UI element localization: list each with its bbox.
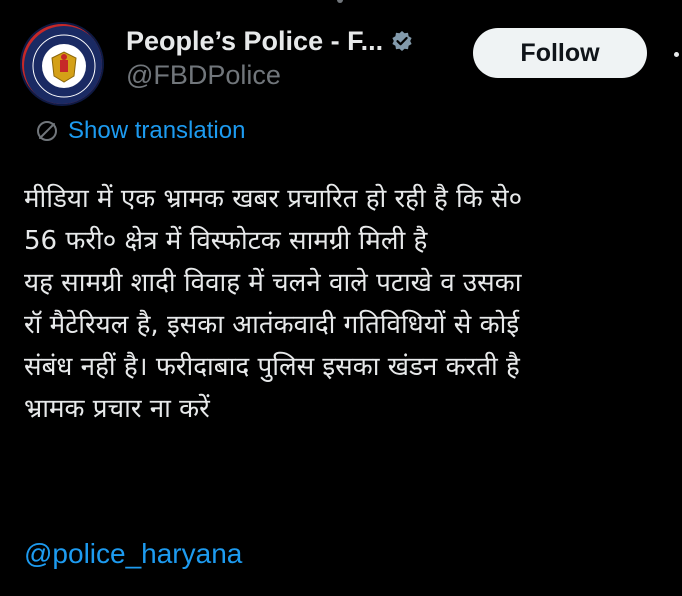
show-translation-label: Show translation xyxy=(68,117,246,144)
more-options-icon[interactable] xyxy=(674,52,682,58)
scroll-indicator xyxy=(337,0,343,3)
tweet-line: यह सामग्री शादी विवाह में चलने वाले पटाख… xyxy=(24,268,522,298)
show-translation-link[interactable]: Show translation xyxy=(34,117,245,145)
tweet-header: People’s Police - F... @FBDPolice Follow xyxy=(20,22,682,106)
verified-badge-icon xyxy=(391,30,413,52)
tweet-body: मीडिया में एक भ्रामक खबर प्रचारित हो रही… xyxy=(24,178,682,430)
tweet-line: भ्रामक प्रचार ना करें xyxy=(24,394,210,424)
mention-link[interactable]: @police_haryana xyxy=(24,538,242,570)
police-emblem-icon xyxy=(24,26,102,104)
globe-icon xyxy=(34,118,60,144)
account-handle[interactable]: @FBDPolice xyxy=(126,60,281,91)
avatar[interactable] xyxy=(20,22,104,106)
follow-button[interactable]: Follow xyxy=(473,28,647,78)
tweet-line: 56 फरी० क्षेत्र में विस्फोटक सामग्री मिल… xyxy=(24,226,428,256)
tweet-line: रॉ मैटेरियल है, इसका आतंकवादी गतिविधियों… xyxy=(24,310,520,340)
tweet-line: संबंध नहीं है। फरीदाबाद पुलिस इसका खंडन … xyxy=(24,352,520,382)
display-name[interactable]: People’s Police - F... xyxy=(126,26,383,57)
tweet-line: मीडिया में एक भ्रामक खबर प्रचारित हो रही… xyxy=(24,184,523,214)
name-row: People’s Police - F... xyxy=(126,24,413,58)
